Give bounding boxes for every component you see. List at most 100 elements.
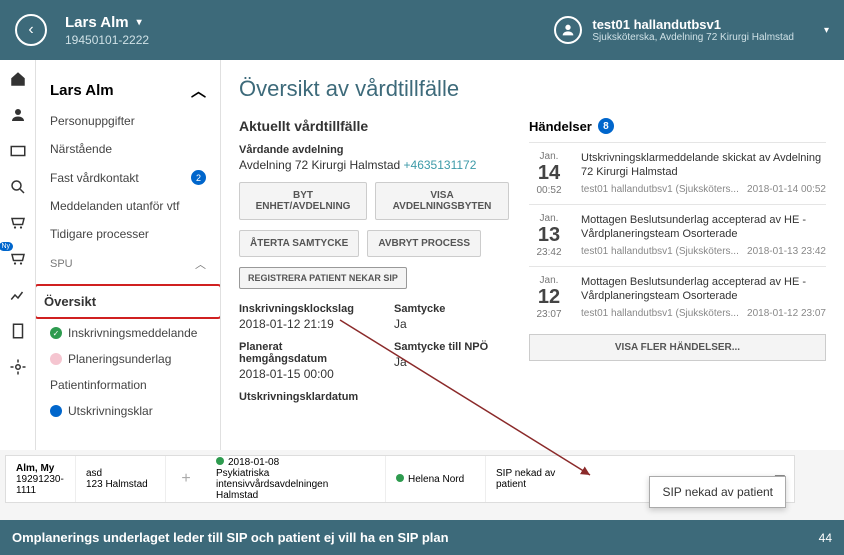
page-number: 44 <box>819 531 832 545</box>
patient-strip: Alm, My 19291230-1111 asd 123 Halmstad +… <box>5 455 795 503</box>
sidebar: Lars Alm ︿ Personuppgifter Närstående Fa… <box>36 60 221 450</box>
strip-person-name: Helena Nord <box>408 474 464 485</box>
status-label: Inskrivningsmeddelande <box>68 326 197 340</box>
user-role: Sjuksköterska, Avdelning 72 Kirurgi Halm… <box>592 32 794 43</box>
event-time: 23:07 <box>529 309 569 320</box>
cart-icon[interactable] <box>9 214 27 232</box>
sidebar-item-label: Personuppgifter <box>50 114 135 128</box>
chart-icon[interactable] <box>9 286 27 304</box>
sidebar-item-label: Fast vårdkontakt <box>50 171 139 185</box>
count-badge: 2 <box>191 170 206 185</box>
sidebar-status-patientinfo[interactable]: Patientinformation <box>46 372 210 398</box>
sidebar-item-oversikt[interactable]: Översikt <box>36 284 221 319</box>
strip-ward-line1: asd <box>86 468 155 479</box>
home-icon[interactable] <box>9 70 27 88</box>
page-title: Översikt av vårdtillfälle <box>239 76 826 102</box>
user-menu[interactable]: test01 hallandutbsv1 Sjuksköterska, Avde… <box>554 16 829 44</box>
event-row[interactable]: Jan. 14 00:52 Utskrivningsklarmeddelande… <box>529 142 826 204</box>
planerat-value: 2018-01-15 00:00 <box>239 367 354 381</box>
status-dot-icon <box>50 353 62 365</box>
strip-id: 19291230-1111 <box>16 474 65 496</box>
status-label: Patientinformation <box>50 378 147 392</box>
sidebar-item-fast-vardkontakt[interactable]: Fast vårdkontakt 2 <box>46 163 210 192</box>
event-date: Jan. 14 00:52 <box>529 151 569 196</box>
sidebar-section-patient[interactable]: Lars Alm ︿ <box>46 74 210 107</box>
planerat-label: Planerat hemgångsdatum <box>239 341 354 365</box>
event-date: Jan. 12 23:07 <box>529 275 569 320</box>
sidebar-status-planering[interactable]: Planeringsunderlag <box>46 346 210 372</box>
events-count-badge: 8 <box>598 118 614 134</box>
sidebar-status-utskrivning[interactable]: Utskrivningsklar <box>46 398 210 424</box>
samtycke-npo-label: Samtycke till NPÖ <box>394 341 509 353</box>
event-meta-user: test01 hallandutbsv1 (Sjuksköters... <box>581 246 739 257</box>
avbryt-process-button[interactable]: AVBRYT PROCESS <box>367 230 481 257</box>
ward-phone-link[interactable]: +4635131172 <box>404 158 477 172</box>
cart-new-icon[interactable]: Ny <box>9 250 27 268</box>
slide-footer: Omplanerings underlaget leder till SIP o… <box>0 520 844 555</box>
sidebar-item-personuppgifter[interactable]: Personuppgifter <box>46 107 210 135</box>
strip-unit-line: Psykiatriska <box>216 468 375 479</box>
ward-name: Avdelning 72 Kirurgi Halmstad <box>239 158 404 172</box>
event-row[interactable]: Jan. 13 23:42 Mottagen Beslutsunderlag a… <box>529 204 826 266</box>
back-button[interactable]: ‹ <box>15 14 47 46</box>
status-dot-icon <box>396 474 404 482</box>
content-panel: Översikt av vårdtillfälle Aktuellt vårdt… <box>221 60 844 450</box>
status-dot-icon <box>216 457 224 465</box>
patient-id: 19450101-2222 <box>65 33 149 47</box>
utskriv-label: Utskrivningsklardatum <box>239 391 509 403</box>
sidebar-item-label: Översikt <box>44 294 96 309</box>
sidebar-item-narstaende[interactable]: Närstående <box>46 135 210 163</box>
chevron-down-icon: ▾ <box>137 17 142 28</box>
visa-byten-button[interactable]: VISA AVDELNINGSBYTEN <box>375 182 509 220</box>
event-row[interactable]: Jan. 12 23:07 Mottagen Beslutsunderlag a… <box>529 266 826 328</box>
events-column: Händelser 8 Jan. 14 00:52 Utskrivningskl… <box>529 118 826 405</box>
sidebar-item-tidigare[interactable]: Tidigare processer <box>46 220 210 248</box>
inskrivning-value: 2018-01-12 21:19 <box>239 317 354 331</box>
patient-name: Lars Alm <box>65 14 129 31</box>
event-title: Utskrivningsklarmeddelande skickat av Av… <box>581 151 826 180</box>
chevron-left-icon: ‹ <box>28 21 33 39</box>
event-meta-user: test01 hallandutbsv1 (Sjuksköters... <box>581 308 739 319</box>
event-month: Jan. <box>529 151 569 162</box>
inbox-icon[interactable] <box>9 142 27 160</box>
aterta-samtycke-button[interactable]: ÅTERTA SAMTYCKE <box>239 230 359 257</box>
strip-name: Alm, My <box>16 463 65 474</box>
byt-enhet-button[interactable]: BYT ENHET/AVDELNING <box>239 182 367 220</box>
sidebar-item-label: Tidigare processer <box>50 227 149 241</box>
sidebar-status-inskrivning[interactable]: ✓ Inskrivningsmeddelande <box>46 320 210 346</box>
user-avatar-icon <box>554 16 582 44</box>
event-day: 12 <box>529 286 569 309</box>
status-label: Planeringsunderlag <box>68 352 171 366</box>
person-icon[interactable] <box>9 106 27 124</box>
event-day: 13 <box>529 224 569 247</box>
strip-add-button[interactable]: + <box>166 470 206 488</box>
more-events-button[interactable]: VISA FLER HÄNDELSER... <box>529 334 826 361</box>
sidebar-spu[interactable]: SPU ︿ <box>46 248 210 280</box>
settings-icon[interactable] <box>9 358 27 376</box>
sip-callout: SIP nekad av patient <box>649 476 786 508</box>
event-date: Jan. 13 23:42 <box>529 213 569 258</box>
event-month: Jan. <box>529 213 569 224</box>
event-meta-time: 2018-01-13 23:42 <box>747 246 826 257</box>
chevron-up-icon: ︿ <box>195 256 206 272</box>
sidebar-item-label: Meddelanden utanför vtf <box>50 199 179 213</box>
icon-rail: Ny <box>0 60 36 450</box>
sidebar-section-title: Lars Alm <box>50 82 114 99</box>
document-icon[interactable] <box>9 322 27 340</box>
status-dot-icon <box>50 405 62 417</box>
current-care-column: Aktuellt vårdtillfälle Vårdande avdelnin… <box>239 118 509 405</box>
sidebar-spu-label: SPU <box>50 258 73 270</box>
event-title: Mottagen Beslutsunderlag accepterad av H… <box>581 213 826 242</box>
inskrivning-label: Inskrivningsklockslag <box>239 303 354 315</box>
strip-ward-line2: 123 Halmstad <box>86 479 155 490</box>
search-icon[interactable] <box>9 178 27 196</box>
strip-date: 2018-01-08 <box>228 457 279 468</box>
strip-unit-line: intensivvårdsavdelningen <box>216 479 375 490</box>
event-meta-user: test01 hallandutbsv1 (Sjuksköters... <box>581 184 739 195</box>
chevron-down-icon: ▾ <box>824 25 829 36</box>
patient-info[interactable]: Lars Alm ▾ 19450101-2222 <box>65 14 149 47</box>
sidebar-item-meddelanden[interactable]: Meddelanden utanför vtf <box>46 192 210 220</box>
registrera-nekar-sip-button[interactable]: REGISTRERA PATIENT NEKAR SIP <box>239 267 407 289</box>
samtycke-label: Samtycke <box>394 303 509 315</box>
strip-patient[interactable]: Alm, My 19291230-1111 <box>6 456 76 502</box>
